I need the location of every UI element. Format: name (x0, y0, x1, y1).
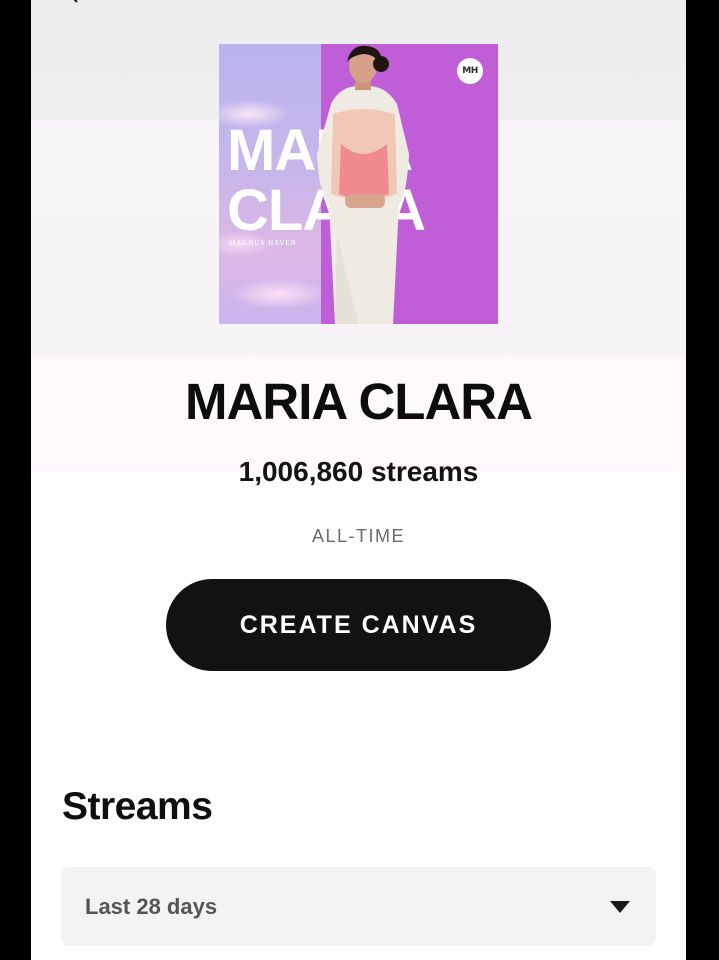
chevron-down-icon (610, 901, 630, 913)
create-canvas-button[interactable]: CREATE CANVAS (166, 579, 551, 671)
song-title: MARIA CLARA (185, 373, 533, 430)
back-arrow-icon[interactable] (65, 0, 85, 8)
label-logo: MH (457, 58, 483, 84)
streams-heading: Streams (62, 785, 213, 828)
date-range-value: Last 28 days (85, 894, 218, 919)
song-stats-screen: MARIA CLARA MAGNUS HAVEN MH MARIA CLARA … (31, 0, 686, 960)
cover-artist-name: MAGNUS HAVEN (229, 239, 297, 247)
cover-portrait (317, 45, 409, 324)
cover-art: MARIA CLARA MAGNUS HAVEN MH (219, 44, 498, 324)
stream-count: 1,006,860 streams (238, 456, 479, 487)
time-period-label: ALL-TIME (311, 526, 406, 546)
date-range-dropdown[interactable]: Last 28 days (61, 867, 656, 946)
